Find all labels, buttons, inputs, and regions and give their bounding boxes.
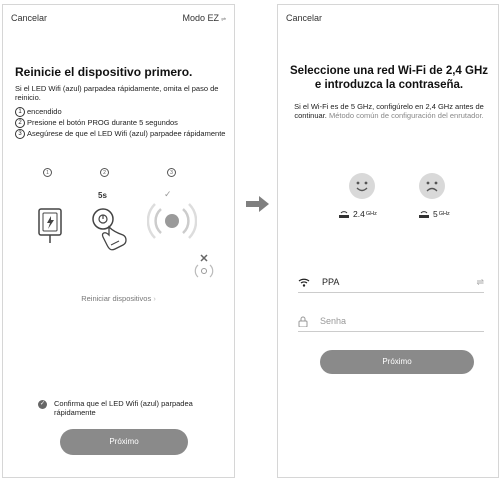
- router-icon: [419, 210, 429, 218]
- step-item: 1 encendido: [15, 106, 226, 117]
- band-bad-value: 5: [433, 209, 438, 219]
- wifi-name-field[interactable]: PPA ⇌: [298, 272, 484, 293]
- wifi-name-value: PPA: [322, 277, 340, 287]
- step-number: 1: [15, 107, 25, 117]
- mode-label: Modo EZ: [182, 13, 219, 23]
- wifi-icon: [298, 278, 310, 287]
- hold-time-label: 5s: [98, 191, 107, 200]
- band-bad-label: 5 GHz: [418, 209, 450, 219]
- band-good-value: 2.4: [353, 209, 365, 219]
- step-number: 3: [15, 129, 25, 139]
- router-config-link[interactable]: Método común de configuración del enruta…: [329, 111, 484, 120]
- band-good-unit: GHz: [365, 211, 377, 217]
- step-item: 2 Presione el botón PROG durante 5 segun…: [15, 117, 226, 128]
- swap-icon[interactable]: ⇌: [476, 277, 484, 288]
- illustration-step-number: 2: [100, 168, 109, 177]
- next-button[interactable]: Próximo: [320, 350, 474, 374]
- check-icon: ✓: [164, 189, 172, 199]
- restart-devices-link[interactable]: Reiniciar dispositivos ›: [3, 294, 234, 303]
- smile-icon: [349, 173, 375, 199]
- blink-icon: [147, 203, 197, 239]
- steps-list: 1 encendido 2 Presione el botón PROG dur…: [15, 106, 226, 139]
- wifi-select-screen: Cancelar Seleccione una red Wi-Fi de 2,4…: [277, 4, 499, 478]
- step-text: Asegúrese de que el LED Wifi (azul) parp…: [27, 129, 226, 138]
- confirm-checkbox-row[interactable]: ✓ Confirma que el LED Wifi (azul) parpad…: [38, 399, 218, 417]
- swap-icon: ⇌: [220, 17, 226, 23]
- chevron-right-icon: ›: [153, 294, 156, 303]
- step-text: Presione el botón PROG durante 5 segundo…: [27, 118, 178, 127]
- checkbox[interactable]: ✓: [38, 400, 47, 409]
- band-good-label: 2.4 GHz: [338, 209, 377, 219]
- password-field[interactable]: Senha: [298, 311, 484, 332]
- mode-selector[interactable]: Modo EZ ⇌: [182, 13, 226, 23]
- step-item: 3 Asegúrese de que el LED Wifi (azul) pa…: [15, 128, 226, 139]
- cancel-button[interactable]: Cancelar: [286, 13, 322, 23]
- arrow-right-icon: [246, 196, 269, 212]
- step-text: encendido: [27, 107, 62, 116]
- hand-press-icon: [92, 208, 127, 251]
- cancel-button[interactable]: Cancelar: [11, 13, 47, 23]
- router-icon: [339, 210, 349, 218]
- illustration-step-number: 3: [167, 168, 176, 177]
- confirm-label: Confirma que el LED Wifi (azul) parpadea…: [54, 399, 193, 417]
- page-title: Reinicie el dispositivo primero.: [15, 65, 193, 79]
- illustration-step-number: 1: [43, 168, 52, 177]
- reset-device-screen: Cancelar Modo EZ ⇌ Reinicie el dispositiv…: [2, 4, 235, 478]
- password-placeholder: Senha: [320, 316, 347, 326]
- lock-icon: [298, 316, 308, 327]
- page-title: Seleccione una red Wi-Fi de 2,4 GHz e in…: [290, 65, 489, 91]
- next-button[interactable]: Próximo: [60, 429, 188, 455]
- top-bar: Cancelar: [278, 5, 498, 35]
- plug-icon: [38, 208, 62, 243]
- top-bar: Cancelar Modo EZ ⇌: [3, 5, 234, 35]
- page-description: Si el Wi-Fi es de 5 GHz, configúrelo en …: [294, 102, 484, 120]
- sad-icon: [419, 173, 445, 199]
- restart-devices-label: Reiniciar dispositivos: [81, 294, 152, 303]
- page-description: Si el LED Wifi (azul) parpadea rápidamen…: [15, 84, 219, 102]
- step-number: 2: [15, 118, 25, 128]
- band-bad-unit: GHz: [438, 211, 450, 217]
- no-signal-icon: [194, 254, 214, 278]
